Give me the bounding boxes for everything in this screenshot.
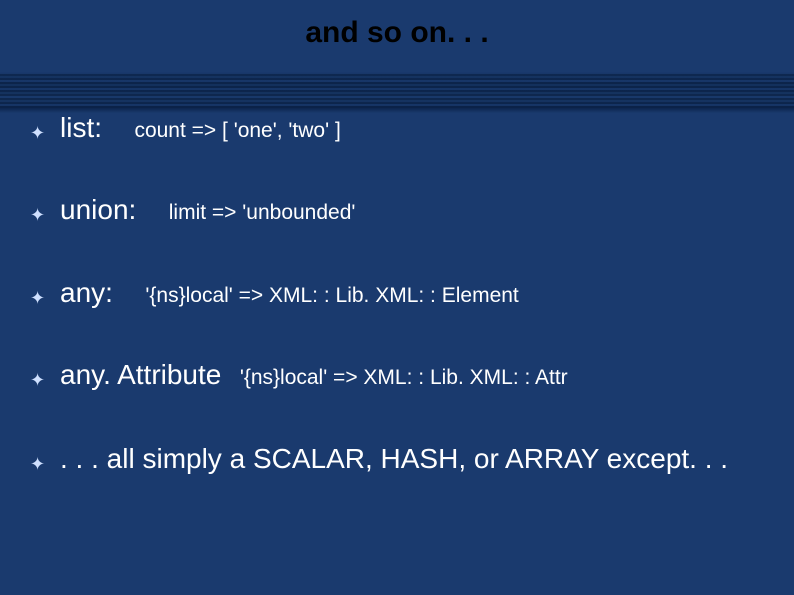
bullet-icon: ✦ [30, 454, 60, 475]
item-label: union: [60, 194, 136, 225]
item-detail: '{ns}local' => XML: : Lib. XML: : Elemen… [145, 284, 518, 307]
slide-title: and so on. . . [0, 0, 794, 70]
slide-body: ✦ list: count => [ 'one', 'two' ] ✦ unio… [0, 110, 794, 523]
list-item: ✦ list: count => [ 'one', 'two' ] [30, 110, 754, 146]
item-label: any. Attribute [60, 359, 221, 390]
list-item: ✦ union: limit => 'unbounded' [30, 192, 754, 228]
list-item: ✦ any: '{ns}local' => XML: : Lib. XML: :… [30, 275, 754, 311]
item-label: any: [60, 277, 113, 308]
item-detail: limit => 'unbounded' [169, 201, 356, 224]
title-divider [0, 74, 794, 108]
item-detail: '{ns}local' => XML: : Lib. XML: : Attr [240, 366, 568, 389]
item-label: list: [60, 112, 102, 143]
list-item: ✦ . . . all simply a SCALAR, HASH, or AR… [30, 440, 754, 478]
bullet-icon: ✦ [30, 205, 60, 226]
bullet-icon: ✦ [30, 123, 60, 144]
bullet-icon: ✦ [30, 370, 60, 391]
item-detail: count => [ 'one', 'two' ] [134, 119, 340, 142]
bullet-icon: ✦ [30, 288, 60, 309]
summary-text: . . . all simply a SCALAR, HASH, or ARRA… [60, 443, 728, 474]
list-item: ✦ any. Attribute '{ns}local' => XML: : L… [30, 357, 754, 393]
